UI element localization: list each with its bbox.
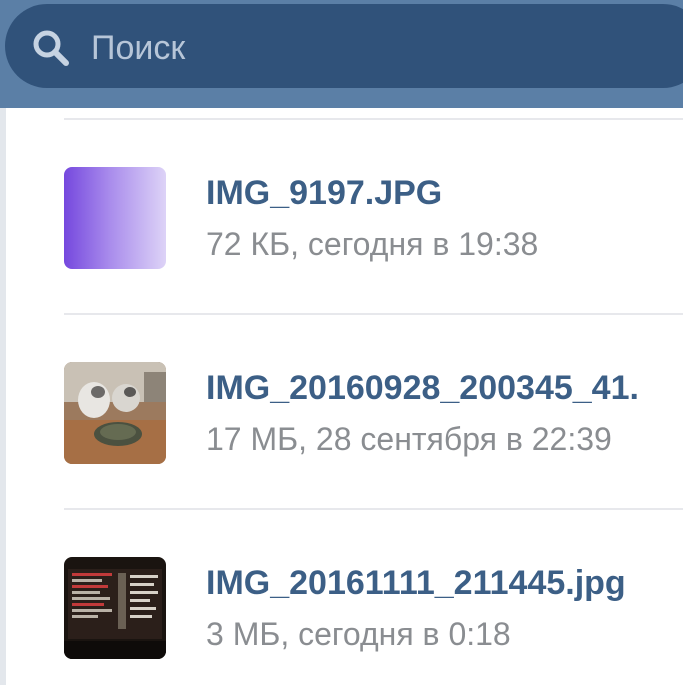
screen-photo-icon xyxy=(64,557,166,659)
file-meta: 3 МБ, сегодня в 0:18 xyxy=(206,616,511,652)
file-name[interactable]: IMG_20161111_211445.jpg xyxy=(206,563,626,603)
list-item[interactable]: IMG_20160928_200345_41. 17 МБ, 28 сентяб… xyxy=(0,342,683,464)
search-input[interactable]: Поиск xyxy=(91,28,185,68)
divider xyxy=(64,118,683,120)
header-bar: Поиск xyxy=(0,0,683,108)
file-name[interactable]: IMG_9197.JPG xyxy=(206,173,442,213)
file-meta: 72 КБ, сегодня в 19:38 xyxy=(206,226,539,262)
divider xyxy=(64,508,683,510)
file-name[interactable]: IMG_20160928_200345_41. xyxy=(206,368,639,408)
file-meta: 17 МБ, 28 сентября в 22:39 xyxy=(206,421,612,457)
divider xyxy=(64,313,683,315)
search-bar[interactable]: Поиск xyxy=(5,4,683,88)
file-thumbnail xyxy=(64,167,166,269)
file-thumbnail xyxy=(64,362,166,464)
list-item[interactable]: IMG_20161111_211445.jpg 3 МБ, сегодня в … xyxy=(0,537,683,659)
cats-photo-icon xyxy=(64,362,166,464)
file-thumbnail xyxy=(64,557,166,659)
list-item[interactable]: IMG_9197.JPG 72 КБ, сегодня в 19:38 xyxy=(0,147,683,269)
search-icon xyxy=(33,30,69,66)
